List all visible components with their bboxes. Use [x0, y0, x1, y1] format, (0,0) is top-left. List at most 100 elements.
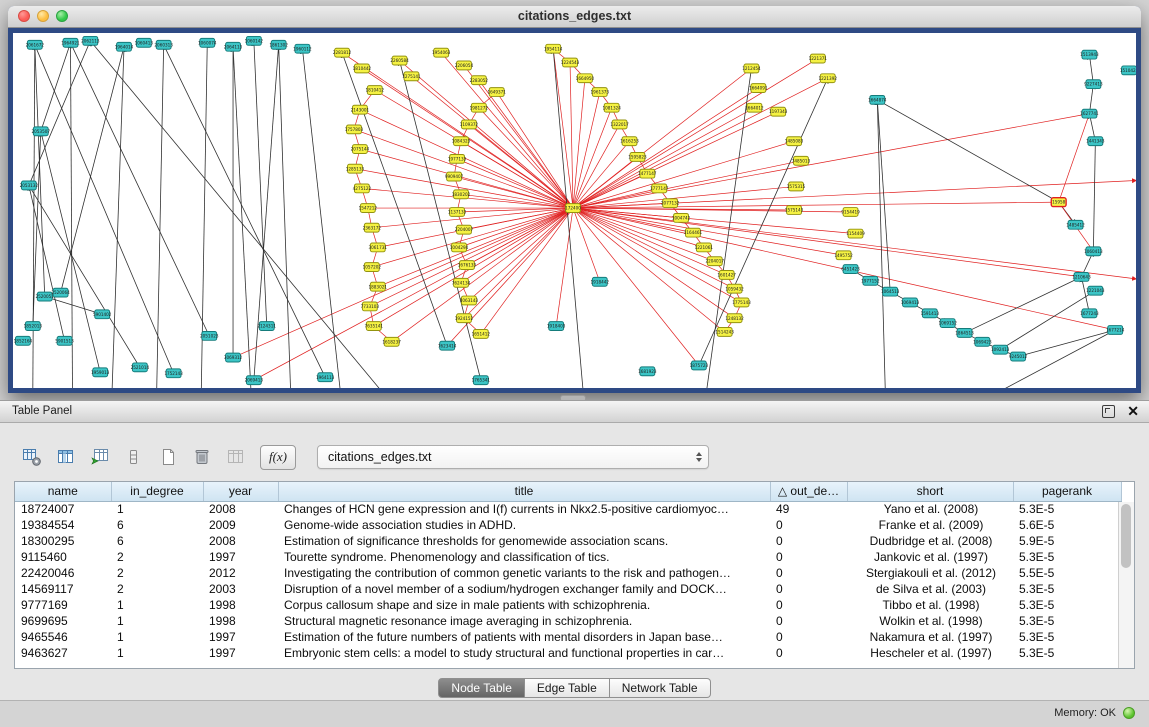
- table-row[interactable]: 1830029562008Estimation of significance …: [15, 533, 1121, 549]
- graph-edge[interactable]: [164, 45, 326, 377]
- table-cell: 5.3E-5: [1013, 645, 1121, 661]
- table-cell: Embryonic stem cells: a model to study s…: [278, 645, 770, 661]
- window-titlebar[interactable]: citations_edges.txt: [8, 6, 1141, 28]
- graph-edge[interactable]: [35, 45, 45, 297]
- graph-node-label: 1069413: [901, 300, 920, 305]
- table-row[interactable]: 969969511998Structural magnetic resonanc…: [15, 613, 1121, 629]
- vertical-scrollbar[interactable]: [1118, 502, 1134, 668]
- float-panel-icon[interactable]: [1102, 405, 1115, 418]
- graph-edge[interactable]: [877, 100, 890, 292]
- graph-edge[interactable]: [1000, 291, 1095, 350]
- row-tools-icon[interactable]: [120, 444, 147, 471]
- graph-edge[interactable]: [479, 108, 573, 208]
- graph-edge[interactable]: [392, 208, 573, 342]
- node-table: namein_degreeyeartitle△ out_de…shortpage…: [14, 481, 1135, 669]
- table-row[interactable]: 1456911722003Disruption of a novel membe…: [15, 581, 1121, 597]
- graph-edge[interactable]: [573, 78, 585, 208]
- graph-edge[interactable]: [573, 208, 851, 212]
- column-header[interactable]: △ out_de…: [770, 482, 847, 501]
- new-file-icon[interactable]: [154, 444, 181, 471]
- table-row[interactable]: 2242004622012Investigating the contribut…: [15, 565, 1121, 581]
- table-cell: 0: [770, 533, 847, 549]
- graph-edge[interactable]: [573, 208, 727, 275]
- graph-node-label: 1775143: [732, 300, 751, 305]
- close-panel-icon[interactable]: ✕: [1127, 404, 1139, 418]
- column-header[interactable]: year: [203, 482, 278, 501]
- graph-node-label: 1616253: [620, 139, 639, 144]
- graph-edge[interactable]: [573, 208, 1081, 277]
- table-row[interactable]: 946554611997Estimation of the future num…: [15, 629, 1121, 645]
- graph-edge[interactable]: [469, 208, 573, 300]
- tab-edge-table[interactable]: Edge Table: [525, 678, 610, 698]
- table-cell: 2008: [203, 533, 278, 549]
- column-header[interactable]: in_degree: [111, 482, 203, 501]
- graph-edge[interactable]: [573, 202, 1059, 208]
- column-chooser-icon[interactable]: [52, 444, 79, 471]
- graph-edge[interactable]: [29, 41, 90, 186]
- graph-node-label: 1852013: [24, 324, 43, 329]
- table-row[interactable]: 946362711997Embryonic stem cells: a mode…: [15, 645, 1121, 661]
- graph-edge[interactable]: [877, 100, 1058, 202]
- graph-edge[interactable]: [1018, 330, 1115, 357]
- table-row[interactable]: 977716911998Corpus callosum shape and si…: [15, 597, 1121, 613]
- graph-edge[interactable]: [370, 208, 573, 306]
- network-canvas[interactable]: 1724002281812181044222605841275141181041…: [13, 33, 1136, 388]
- column-header[interactable]: name: [15, 482, 111, 501]
- column-header[interactable]: short: [847, 482, 1013, 501]
- graph-edge[interactable]: [233, 208, 573, 357]
- table-cell: Yano et al. (2008): [847, 501, 1013, 517]
- tab-network-table[interactable]: Network Table: [610, 678, 711, 698]
- graph-edge[interactable]: [61, 47, 124, 293]
- graph-edge[interactable]: [556, 208, 573, 326]
- graph-edge[interactable]: [33, 45, 35, 388]
- table-cell: 9699695: [15, 613, 111, 629]
- graph-edge[interactable]: [254, 208, 573, 380]
- graph-edge[interactable]: [29, 185, 140, 367]
- table-selector-dropdown[interactable]: citations_edges.txt: [317, 445, 709, 469]
- graph-edge[interactable]: [441, 53, 573, 208]
- graph-edge[interactable]: [372, 208, 573, 228]
- graph-node-label: 1618237: [382, 339, 401, 344]
- graph-node-label: 7733103: [361, 304, 380, 309]
- table-row[interactable]: 1938455462009Genome-wide association stu…: [15, 517, 1121, 533]
- column-header[interactable]: title: [278, 482, 770, 501]
- graph-edge[interactable]: [573, 112, 778, 208]
- graph-edge[interactable]: [112, 47, 124, 388]
- graph-edge[interactable]: [699, 78, 828, 365]
- network-canvas-svg[interactable]: 1724002281812181044222605841275141181041…: [13, 33, 1136, 388]
- table-cell: 5.3E-5: [1013, 501, 1121, 517]
- graph-edge[interactable]: [965, 277, 1082, 333]
- graph-edge[interactable]: [573, 141, 794, 208]
- graph-node-label: 1864513: [955, 331, 974, 336]
- function-builder-icon[interactable]: f(x): [260, 445, 296, 470]
- graph-node-label: 2283052: [470, 78, 489, 83]
- graph-edge[interactable]: [400, 61, 481, 381]
- graph-edge[interactable]: [233, 47, 251, 388]
- graph-edge[interactable]: [254, 41, 267, 326]
- graph-edge[interactable]: [707, 68, 752, 388]
- tab-node-table[interactable]: Node Table: [438, 678, 525, 698]
- graph-edge[interactable]: [302, 49, 340, 388]
- import-table-icon[interactable]: [86, 444, 113, 471]
- graph-node-label: 1981272: [470, 105, 489, 110]
- graph-edge[interactable]: [573, 208, 741, 302]
- graph-edge[interactable]: [70, 43, 209, 336]
- graph-edge[interactable]: [1059, 114, 1090, 203]
- table-cell: 5.3E-5: [1013, 613, 1121, 629]
- graph-edge[interactable]: [1093, 141, 1095, 251]
- table-row[interactable]: 911546021997Tourette syndrome. Phenomeno…: [15, 549, 1121, 565]
- graph-edge[interactable]: [342, 53, 447, 346]
- table-row[interactable]: 1872400712008Changes of HCN gene express…: [15, 501, 1121, 517]
- table-disabled-icon[interactable]: [222, 444, 249, 471]
- graph-edge[interactable]: [877, 100, 885, 388]
- table-settings-icon[interactable]: [18, 444, 45, 471]
- table-cell: Structural magnetic resonance image aver…: [278, 613, 770, 629]
- graph-edge[interactable]: [378, 208, 573, 287]
- column-header[interactable]: pagerank: [1013, 482, 1121, 501]
- graph-edge[interactable]: [372, 208, 573, 267]
- graph-edge[interactable]: [29, 185, 65, 340]
- graph-node-label: 1060413: [1084, 249, 1103, 254]
- graph-edge[interactable]: [35, 45, 174, 373]
- delete-table-icon[interactable]: [188, 444, 215, 471]
- scrollbar-thumb[interactable]: [1121, 504, 1131, 568]
